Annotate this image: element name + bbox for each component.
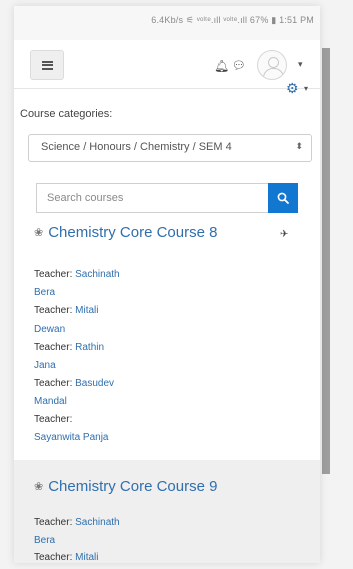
teacher-link[interactable]: Mitali: [75, 552, 98, 563]
teacher-link[interactable]: Sachinath: [75, 269, 119, 280]
course-title-link[interactable]: ❀ Chemistry Core Course 9: [34, 478, 217, 495]
course-summary-icon: ❀: [34, 481, 44, 493]
page-scrollbar[interactable]: [322, 48, 330, 474]
mobile-screen: 6.4Kb/s ⚟ ᵛᵒˡᵗᵉ.ıll ᵛᵒˡᵗᵉ.ıll 67% ▮ 1:51…: [14, 6, 320, 563]
course-category-selected: Science / Honours / Chemistry / SEM 4: [41, 141, 232, 153]
teacher-line: Sayanwita Panja: [34, 432, 109, 443]
teacher-link[interactable]: Basudev: [75, 378, 114, 389]
course-search: Search courses: [36, 183, 298, 213]
teacher-line: Bera: [34, 535, 55, 546]
search-icon: [277, 192, 289, 204]
course-item: ❀ Chemistry Core Course 9 Teacher: Sachin…: [14, 460, 320, 563]
teacher-line: Dewan: [34, 324, 65, 335]
search-input[interactable]: Search courses: [36, 183, 268, 213]
status-bar: 6.4Kb/s ⚟ ᵛᵒˡᵗᵉ.ıll ᵛᵒˡᵗᵉ.ıll 67% ▮ 1:51…: [14, 6, 320, 40]
search-button[interactable]: [268, 183, 298, 213]
user-menu-caret-icon[interactable]: ▾: [298, 59, 303, 70]
bell-icon[interactable]: 🔔︎: [214, 59, 229, 73]
course-categories-label: Course categories:: [20, 108, 113, 120]
teacher-link[interactable]: Jana: [34, 360, 56, 371]
teacher-line: Teacher: Sachinath: [34, 269, 120, 280]
select-arrows-icon: ⬍: [295, 141, 303, 151]
teacher-line: Teacher:: [34, 414, 73, 425]
avatar[interactable]: [257, 50, 287, 80]
teacher-link[interactable]: Mitali: [75, 305, 98, 316]
teacher-line: Teacher: Mitali: [34, 552, 99, 563]
teacher-line: Jana: [34, 360, 56, 371]
teacher-line: Teacher: Sachinath: [34, 517, 120, 528]
course-summary-icon: ❀: [34, 227, 44, 239]
course-title-link[interactable]: ❀ Chemistry Core Course 8: [34, 224, 217, 241]
teacher-line: Teacher: Rathin: [34, 342, 105, 353]
teacher-line: Mandal: [34, 396, 67, 407]
teacher-link[interactable]: Sachinath: [75, 517, 119, 528]
hamburger-icon: [41, 60, 53, 70]
teacher-link[interactable]: Sayanwita Panja: [34, 432, 109, 443]
teacher-line: Teacher: Mitali: [34, 305, 99, 316]
teacher-link[interactable]: Rathin: [75, 342, 104, 353]
chat-icon[interactable]: 💬︎: [232, 59, 246, 72]
settings-caret-icon[interactable]: ▾: [304, 84, 308, 93]
teacher-link[interactable]: Bera: [34, 535, 55, 546]
teacher-link[interactable]: Dewan: [34, 324, 65, 335]
teacher-link[interactable]: Mandal: [34, 396, 67, 407]
self-enrol-icon[interactable]: ✈︎: [280, 229, 288, 240]
top-navbar: 🔔︎ 💬︎ ▾: [14, 40, 320, 89]
course-title: Chemistry Core Course 9: [48, 478, 218, 495]
teacher-line: Teacher: Basudev: [34, 378, 115, 389]
avatar-body-shape: [263, 68, 284, 79]
menu-button[interactable]: [30, 50, 64, 80]
avatar-head-shape: [268, 57, 279, 68]
teacher-line: Bera: [34, 287, 55, 298]
teacher-link[interactable]: Bera: [34, 287, 55, 298]
course-category-select[interactable]: Science / Honours / Chemistry / SEM 4 ⬍: [28, 134, 312, 162]
status-bar-text: 6.4Kb/s ⚟ ᵛᵒˡᵗᵉ.ıll ᵛᵒˡᵗᵉ.ıll 67% ▮ 1:51…: [151, 15, 314, 25]
gear-icon[interactable]: ⚙︎: [286, 80, 299, 97]
course-title: Chemistry Core Course 8: [48, 224, 218, 241]
